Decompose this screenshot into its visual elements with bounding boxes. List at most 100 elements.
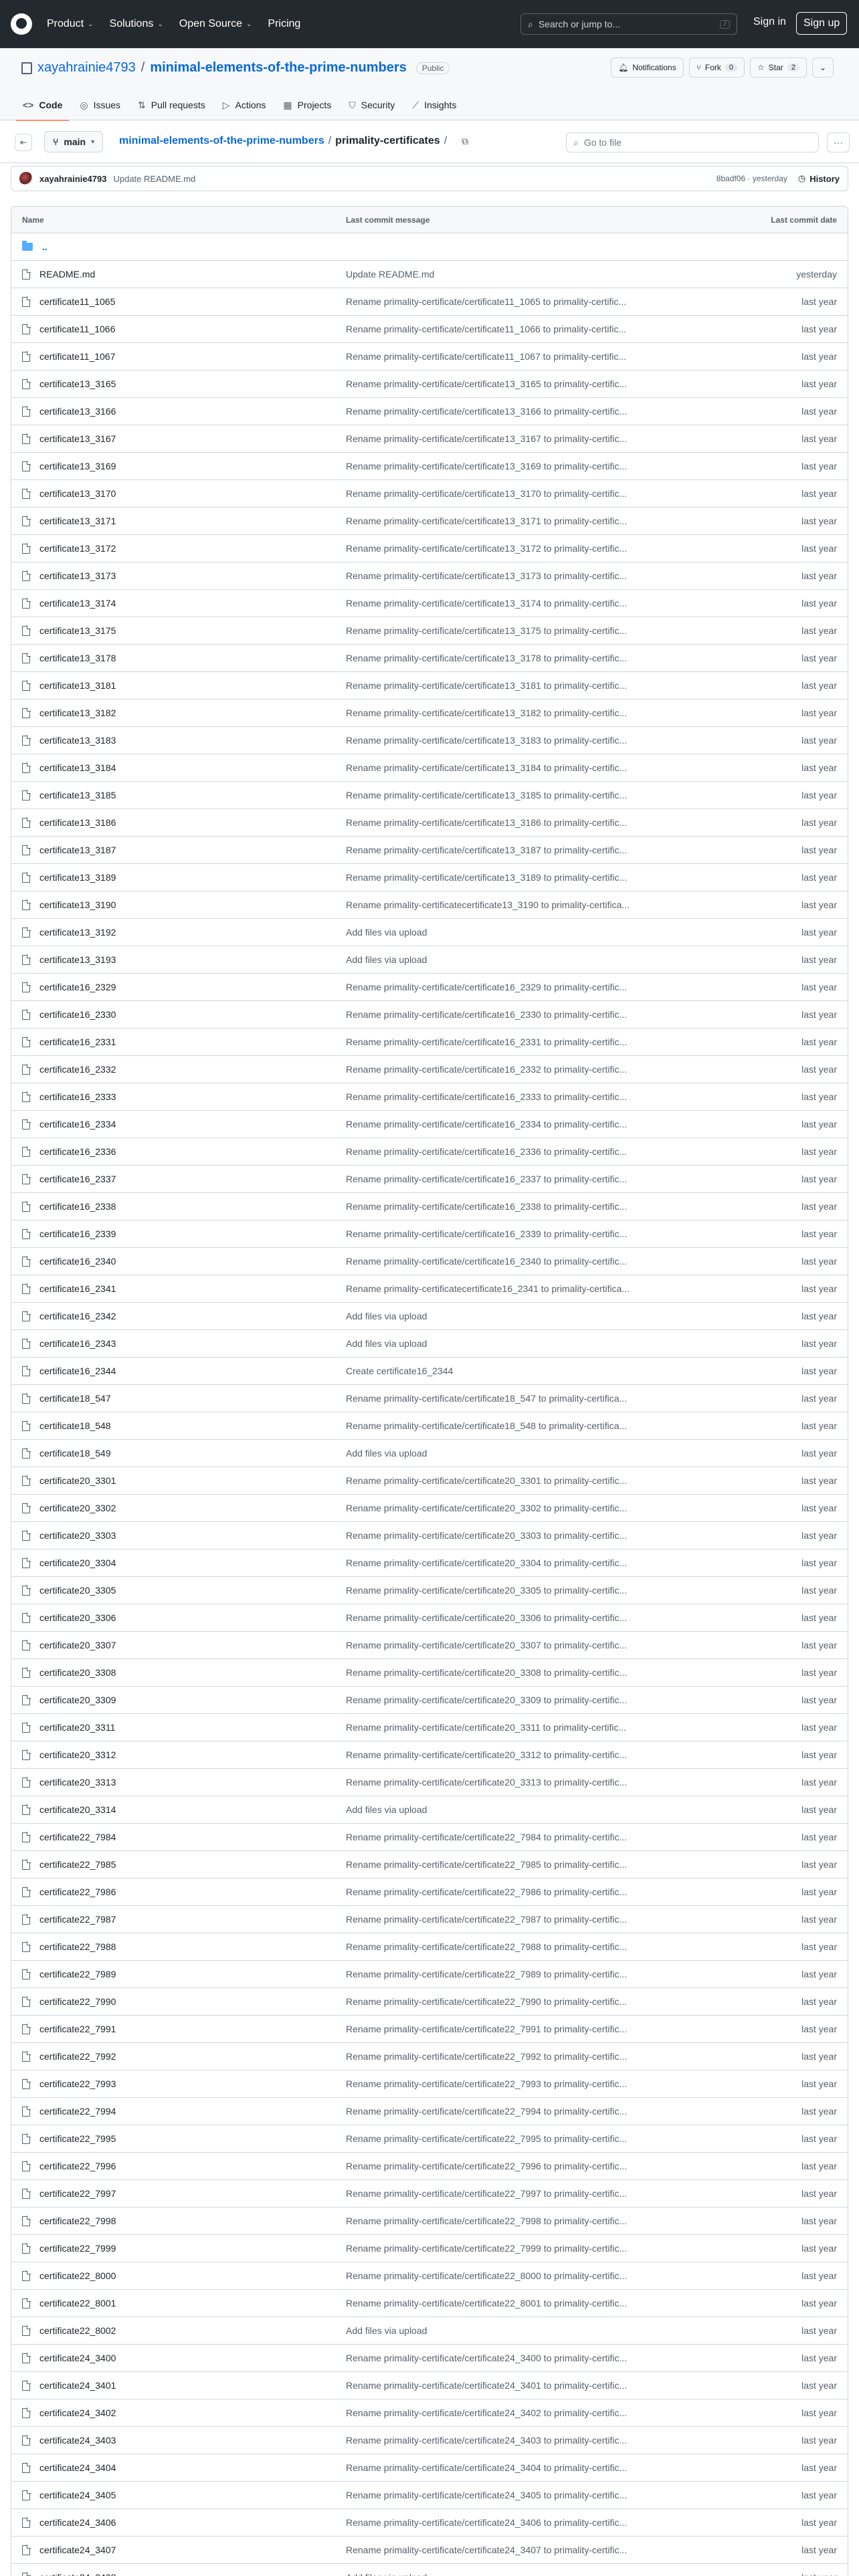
- commit-message-link[interactable]: Rename primality-certificate/certificate…: [346, 2490, 721, 2500]
- notifications-button[interactable]: 🔔︎ Notifications: [611, 58, 684, 78]
- commit-message-link[interactable]: Add files via upload: [346, 1448, 721, 1459]
- commit-message-link[interactable]: Rename primality-certificate/certificate…: [346, 1393, 721, 1404]
- commit-message-link[interactable]: Rename primality-certificate/certificate…: [346, 1420, 721, 1431]
- commit-message-link[interactable]: Rename primality-certificate/certificate…: [346, 708, 721, 718]
- table-row[interactable]: certificate22_7984 Rename primality-certi…: [11, 1824, 848, 1851]
- file-name-link[interactable]: certificate13_3165: [39, 379, 116, 389]
- table-row[interactable]: certificate13_3173 Rename primality-certi…: [11, 562, 848, 590]
- file-name-link[interactable]: certificate13_3173: [39, 570, 116, 581]
- tab-insights[interactable]: ⟋ Insights: [405, 90, 463, 120]
- commit-message-link[interactable]: Add files via upload: [346, 1311, 721, 1321]
- commit-message-link[interactable]: Rename primality-certificate/certificate…: [346, 2462, 721, 2473]
- file-name-link[interactable]: certificate13_3171: [39, 516, 116, 526]
- commit-message-link[interactable]: Rename primality-certificate/certificate…: [346, 2435, 721, 2446]
- file-name-link[interactable]: certificate20_3308: [39, 1667, 116, 1678]
- nav-solutions[interactable]: Solutions ⌄: [110, 18, 163, 30]
- table-row[interactable]: certificate16_2338 Rename primality-certi…: [11, 1193, 848, 1220]
- commit-message-link[interactable]: Rename primality-certificate/certificate…: [346, 1640, 721, 1650]
- file-name-link[interactable]: certificate13_3183: [39, 735, 116, 746]
- commit-message-link[interactable]: Rename primality-certificate/certificate…: [346, 2051, 721, 2062]
- commit-message-link[interactable]: Rename primality-certificate/certificate…: [346, 2298, 721, 2309]
- commit-message-link[interactable]: Rename primality-certificate/certificate…: [346, 324, 721, 334]
- table-row[interactable]: certificate20_3313 Rename primality-certi…: [11, 1769, 848, 1796]
- commit-message-link[interactable]: Rename primality-certificate/certificate…: [346, 1777, 721, 1788]
- table-row[interactable]: certificate18_549 Add files via upload las…: [11, 1440, 848, 1467]
- table-row[interactable]: certificate13_3171 Rename primality-certi…: [11, 508, 848, 535]
- commit-message-link[interactable]: Rename primality-certificate/certificate…: [346, 1475, 721, 1486]
- table-row[interactable]: certificate13_3193 Add files via upload la…: [11, 946, 848, 974]
- commit-message-link[interactable]: Rename primality-certificate/certificate…: [346, 2216, 721, 2226]
- star-button[interactable]: ☆ Star 2: [750, 58, 807, 78]
- commit-message-link[interactable]: Rename primality-certificate/certificate…: [346, 762, 721, 773]
- file-name-link[interactable]: certificate24_3403: [39, 2435, 116, 2446]
- file-name-link[interactable]: certificate22_7994: [39, 2106, 116, 2117]
- parent-directory-row[interactable]: ..: [11, 233, 848, 261]
- file-name-link[interactable]: certificate20_3312: [39, 1749, 116, 1760]
- file-name-link[interactable]: certificate13_3193: [39, 954, 116, 965]
- commit-message-link[interactable]: Rename primality-certificate/certificate…: [346, 1558, 721, 1568]
- commit-message-link[interactable]: Rename primality-certificatecertificate1…: [346, 1283, 721, 1294]
- table-row[interactable]: certificate24_3405 Rename primality-certi…: [11, 2482, 848, 2509]
- commit-author-link[interactable]: xayahrainie4793: [39, 174, 106, 184]
- file-name-link[interactable]: certificate22_7986: [39, 1887, 116, 1897]
- file-name-link[interactable]: certificate11_1066: [39, 324, 115, 334]
- table-row[interactable]: certificate22_7990 Rename primality-certi…: [11, 1988, 848, 2016]
- table-row[interactable]: certificate22_7989 Rename primality-certi…: [11, 1961, 848, 1988]
- history-button[interactable]: ◷ History: [798, 173, 840, 184]
- table-row[interactable]: certificate22_8002 Add files via upload la…: [11, 2317, 848, 2345]
- file-name-link[interactable]: certificate22_7997: [39, 2188, 116, 2199]
- commit-message-link[interactable]: Rename primality-certificate/certificate…: [346, 1256, 721, 1267]
- file-name-link[interactable]: certificate24_3407: [39, 2545, 116, 2555]
- file-name-link[interactable]: certificate16_2338: [39, 1201, 116, 1212]
- table-row[interactable]: certificate13_3183 Rename primality-certi…: [11, 727, 848, 754]
- table-row[interactable]: certificate13_3167 Rename primality-certi…: [11, 425, 848, 453]
- commit-message-link[interactable]: Rename primality-certificate/certificate…: [346, 735, 721, 746]
- file-name-link[interactable]: certificate18_549: [39, 1448, 111, 1459]
- commit-message-link[interactable]: Rename primality-certificate/certificate…: [346, 2407, 721, 2418]
- table-row[interactable]: certificate16_2340 Rename primality-certi…: [11, 1248, 848, 1275]
- file-name-link[interactable]: certificate24_3402: [39, 2407, 116, 2418]
- file-name-link[interactable]: certificate24_3406: [39, 2517, 116, 2528]
- repo-owner-link[interactable]: xayahrainie4793: [37, 60, 136, 76]
- commit-message-link[interactable]: Add files via upload: [346, 954, 721, 965]
- file-name-link[interactable]: certificate20_3301: [39, 1475, 116, 1486]
- commit-message-link[interactable]: Rename primality-certificate/certificate…: [346, 1695, 721, 1705]
- table-row[interactable]: certificate24_3408 Add files via uploadla…: [11, 2564, 848, 2576]
- commit-message-link[interactable]: Rename primality-certificate/certificate…: [346, 1832, 721, 1842]
- file-name-link[interactable]: certificate22_8001: [39, 2298, 116, 2309]
- commit-message-link[interactable]: Rename primality-certificate/certificate…: [346, 543, 721, 554]
- table-row[interactable]: certificate20_3303 Rename primality-certi…: [11, 1522, 848, 1549]
- file-name-link[interactable]: certificate22_7996: [39, 2161, 116, 2171]
- table-row[interactable]: certificate20_3309 Rename primality-certi…: [11, 1687, 848, 1714]
- table-row[interactable]: certificate16_2333 Rename primality-certi…: [11, 1083, 848, 1111]
- table-row[interactable]: certificate20_3301 Rename primality-certi…: [11, 1467, 848, 1495]
- table-row[interactable]: certificate22_7991 Rename primality-certi…: [11, 2016, 848, 2043]
- table-row[interactable]: certificate13_3172 Rename primality-certi…: [11, 535, 848, 562]
- commit-message-link[interactable]: Rename primality-certificate/certificate…: [346, 2270, 721, 2281]
- table-row[interactable]: certificate11_1065 Rename primality-certi…: [11, 288, 848, 316]
- table-row[interactable]: certificate24_3402 Rename primality-certi…: [11, 2399, 848, 2427]
- tab-pull-requests[interactable]: ⇅ Pull requests: [131, 90, 212, 120]
- nav-pricing[interactable]: Pricing: [268, 18, 300, 30]
- branch-selector[interactable]: ⑂ main ▾: [44, 131, 104, 152]
- table-row[interactable]: certificate13_3165 Rename primality-certi…: [11, 370, 848, 398]
- commit-message-link[interactable]: Add files via upload: [346, 2572, 721, 2576]
- file-name-link[interactable]: certificate13_3166: [39, 406, 116, 417]
- file-name-link[interactable]: certificate20_3313: [39, 1777, 116, 1788]
- table-row[interactable]: certificate24_3401 Rename primality-certi…: [11, 2372, 848, 2399]
- tab-security[interactable]: ⛉ Security: [342, 90, 401, 120]
- commit-meta[interactable]: 8badf06 · yesterday: [717, 174, 787, 183]
- table-row[interactable]: certificate13_3174 Rename primality-certi…: [11, 590, 848, 617]
- commit-message-link[interactable]: Rename primality-certificate/certificate…: [346, 1749, 721, 1760]
- file-name-link[interactable]: certificate16_2333: [39, 1091, 116, 1102]
- commit-message-link[interactable]: Rename primality-certificate/certificate…: [346, 2380, 721, 2391]
- table-row[interactable]: certificate13_3190 Rename primality-certi…: [11, 891, 848, 919]
- table-row[interactable]: certificate20_3302 Rename primality-certi…: [11, 1495, 848, 1522]
- file-name-link[interactable]: certificate16_2340: [39, 1256, 116, 1267]
- table-row[interactable]: certificate24_3406 Rename primality-certi…: [11, 2509, 848, 2537]
- file-name-link[interactable]: certificate20_3303: [39, 1530, 116, 1541]
- commit-message-link[interactable]: Rename primality-certificatecertificate1…: [346, 899, 721, 910]
- table-row[interactable]: certificate22_7988 Rename primality-certi…: [11, 1933, 848, 1961]
- commit-message-link[interactable]: Rename primality-certificate/certificate…: [346, 406, 721, 417]
- commit-message-link[interactable]: Rename primality-certificate/certificate…: [346, 982, 721, 992]
